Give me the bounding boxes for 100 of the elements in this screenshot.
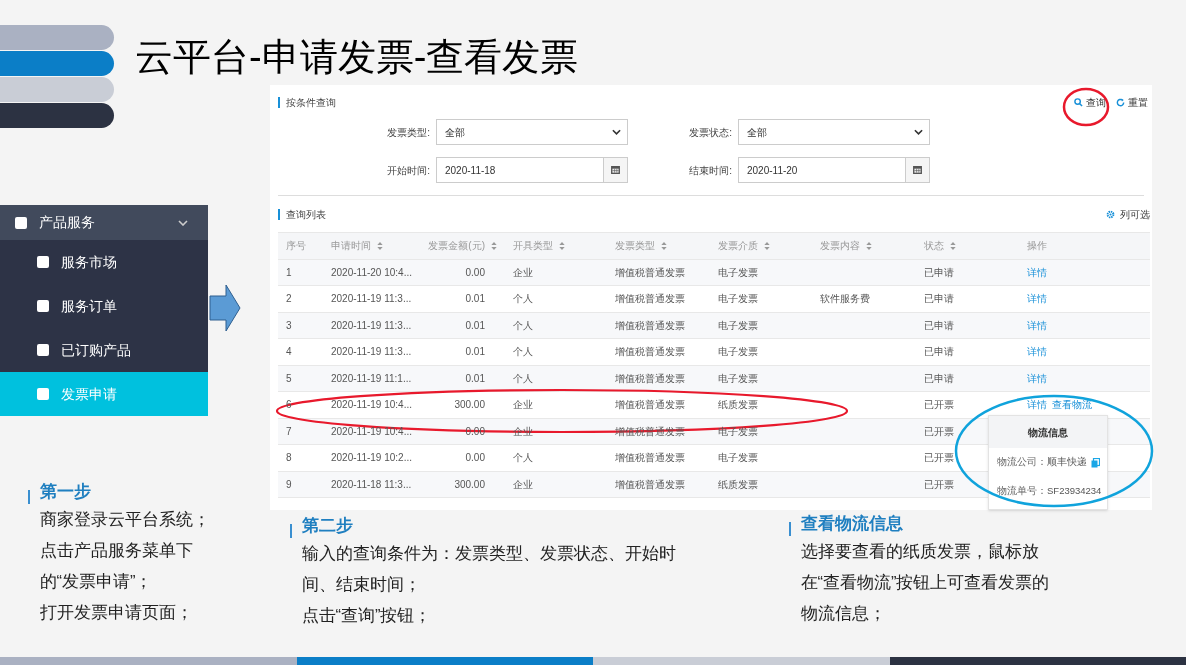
- section-title: 查询列表: [286, 207, 327, 222]
- item-label: 已订购产品: [61, 340, 131, 360]
- table-cell: 增值税普通发票: [615, 478, 685, 490]
- table-cell: 0.00: [465, 452, 485, 464]
- table-cell: 2020-11-19 10:4...: [331, 399, 412, 411]
- table-cell: 增值税普通发票: [615, 372, 685, 384]
- action-link[interactable]: 详情: [1027, 370, 1047, 386]
- date-field[interactable]: 2020-11-18: [436, 157, 628, 183]
- arrow-icon: [209, 284, 241, 332]
- table-cell: 增值税普通发票: [615, 319, 685, 331]
- calendar-button[interactable]: [603, 158, 627, 182]
- column-header[interactable]: 开具类型: [513, 238, 553, 254]
- calendar-button[interactable]: [905, 158, 929, 182]
- step-text: 选择要查看的纸质发票，鼠标放在“查看物流”按钮上可查看发票的物流信息；: [800, 541, 1051, 624]
- table-cell: 7: [286, 425, 292, 437]
- action-link[interactable]: 详情: [1027, 397, 1047, 413]
- sidebar-group[interactable]: 产品服务: [0, 205, 208, 240]
- search-icon: [1074, 97, 1083, 107]
- square-icon: [37, 256, 49, 268]
- info-label: 物流单号：: [997, 484, 1047, 499]
- column-header[interactable]: 状态: [924, 238, 944, 254]
- sort-icon[interactable]: [491, 241, 497, 250]
- select-field[interactable]: 全部: [738, 119, 930, 145]
- table-cell: 5: [286, 372, 292, 384]
- table-cell: 0.01: [465, 346, 485, 358]
- table-cell: 个人: [513, 372, 533, 384]
- table-cell: 纸质发票: [718, 399, 758, 411]
- table-cell: 300.00: [454, 478, 485, 490]
- step-text: 输入的查询条件为：发票类型、发票状态、开始时间、结束时间；: [301, 543, 677, 595]
- action-link[interactable]: 查看物流: [1052, 397, 1092, 413]
- table-cell: 已申请: [924, 293, 954, 305]
- column-header[interactable]: 发票金额(元): [428, 238, 485, 254]
- table-cell: 2: [286, 293, 292, 305]
- column-header[interactable]: 申请时间: [331, 238, 371, 254]
- table-cell: 6: [286, 399, 292, 411]
- table-cell: 4: [286, 346, 292, 358]
- table-cell: 2020-11-20 10:4...: [331, 266, 412, 278]
- action-link[interactable]: 详情: [1027, 264, 1047, 280]
- sort-icon[interactable]: [661, 241, 667, 250]
- copy-icon[interactable]: [1091, 457, 1100, 468]
- table-cell: 电子发票: [718, 293, 758, 305]
- column-header: 序号: [286, 239, 306, 254]
- table-cell: 企业: [513, 478, 533, 490]
- step-text: 商家登录云平台系统；: [39, 509, 211, 530]
- table-cell: 已申请: [924, 346, 954, 358]
- sidebar-item[interactable]: 服务订单: [0, 284, 208, 328]
- action-link[interactable]: 详情: [1027, 291, 1047, 307]
- step-title: 第一步: [39, 480, 92, 503]
- refresh-icon: [1116, 97, 1125, 107]
- date-field[interactable]: 2020-11-20: [738, 157, 930, 183]
- sidebar-item[interactable]: 服务市场: [0, 240, 208, 284]
- info-value: SF23934234: [1047, 484, 1102, 499]
- sort-icon[interactable]: [866, 241, 872, 250]
- table-cell: 纸质发票: [718, 478, 758, 490]
- calendar-icon: [611, 166, 620, 174]
- square-icon: [37, 344, 49, 356]
- table-cell: 0.00: [465, 266, 485, 278]
- sort-icon[interactable]: [377, 241, 383, 250]
- table-cell: 0.01: [465, 372, 485, 384]
- table-cell: 已开票: [924, 425, 954, 437]
- table-cell: 电子发票: [718, 319, 758, 331]
- action-link[interactable]: 详情: [1027, 344, 1047, 360]
- square-icon: [15, 216, 27, 229]
- table-cell: 增值税普通发票: [615, 266, 685, 278]
- table-cell: 电子发票: [718, 346, 758, 358]
- sort-icon[interactable]: [559, 241, 565, 250]
- table-cell: 已开票: [924, 478, 954, 490]
- table-cell: 2020-11-18 11:3...: [331, 478, 412, 490]
- table-cell: 电子发票: [718, 266, 758, 278]
- sidebar-item[interactable]: 已订购产品: [0, 328, 208, 372]
- table-cell: 8: [286, 452, 292, 464]
- column-select-button[interactable]: 列可选: [1106, 206, 1150, 222]
- column-header[interactable]: 发票内容: [820, 238, 860, 254]
- step-title: 第二步: [301, 514, 354, 537]
- table-cell: 2020-11-19 10:2...: [331, 452, 412, 464]
- group-label: 产品服务: [39, 213, 96, 232]
- popover-title: 物流信息: [989, 416, 1107, 448]
- field-label: 开始时间:: [386, 163, 431, 178]
- sort-icon[interactable]: [764, 241, 770, 250]
- select-field[interactable]: 全部: [436, 119, 628, 145]
- action-link[interactable]: 详情: [1027, 317, 1047, 333]
- table-cell: 增值税普通发票: [615, 452, 685, 464]
- table-cell: 个人: [513, 346, 533, 358]
- table-cell: 已申请: [924, 266, 954, 278]
- sort-icon[interactable]: [950, 241, 956, 250]
- column-header[interactable]: 发票类型: [615, 238, 655, 254]
- sidebar-item[interactable]: 发票申请: [0, 372, 208, 416]
- column-header[interactable]: 发票介质: [718, 238, 758, 254]
- table-cell: 电子发票: [718, 372, 758, 384]
- table-cell: 增值税普通发票: [615, 346, 685, 358]
- column-header: 操作: [1027, 239, 1047, 254]
- info-label: 物流公司：: [997, 455, 1047, 470]
- chevron-down-icon: [612, 129, 621, 135]
- table-cell: 300.00: [454, 399, 485, 411]
- table-cell: 0.01: [465, 293, 485, 305]
- table-cell: 已开票: [924, 452, 954, 464]
- item-label: 发票申请: [61, 384, 117, 404]
- reset-button[interactable]: 重置: [1116, 94, 1148, 110]
- highlight-ellipse: [1062, 87, 1110, 127]
- table-cell: 2020-11-19 11:3...: [331, 346, 412, 358]
